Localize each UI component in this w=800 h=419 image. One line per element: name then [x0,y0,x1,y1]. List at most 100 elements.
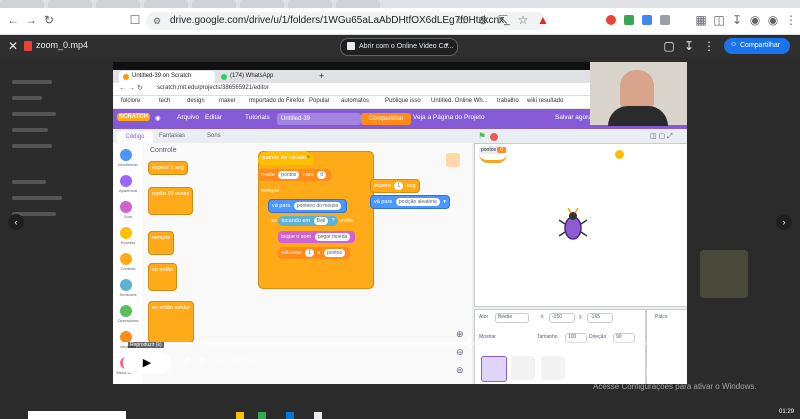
scratch-share-button: Compartilhar [361,113,412,125]
zoom-icon[interactable]: ⊕ [476,13,490,27]
extension-a-icon[interactable]: ▲ [536,13,550,27]
inner-tab: Untitled-39 on Scratch [119,71,215,83]
palette-block: repita 10 vezes [148,187,194,215]
menu-file: Arquivo [177,114,200,121]
webcam-overlay [590,62,687,126]
video-progress-bar[interactable] [123,342,677,345]
extension-icon[interactable] [642,15,652,25]
see-project-page: Veja a Página do Projeto [413,114,485,121]
direction-label: Direção [589,334,607,340]
sprite-label: Ator [479,314,489,320]
volume-icon[interactable]: ♬ [569,356,578,366]
sidebar-icon[interactable]: ◫ [712,13,726,27]
inner-url: scratch.mit.edu/projects/386565921/edito… [157,85,269,91]
browser-toolbar: ← → ↻ ☐ ⚙ drive.google.com/drive/u/1/fol… [0,8,800,35]
browser-tab[interactable] [240,0,284,8]
variable-monitor: pontos 0 [479,146,509,154]
close-icon[interactable]: ✕ [6,39,20,53]
browser-tab[interactable] [96,0,140,8]
bookmark-icon[interactable]: ☐ [128,13,142,27]
x-field: -150 [549,313,575,323]
play-tooltip: Reproduzir (k) [128,342,164,348]
download-icon[interactable]: ↧ [730,13,744,27]
browser-tab[interactable] [336,0,380,8]
drive-sidebar-item [12,112,56,116]
video-file-icon [24,41,32,51]
bookmark-item: Publique isso [385,98,421,104]
menu-icon[interactable]: ⋮ [784,13,798,27]
person-shoulders [608,106,668,126]
browser-tab[interactable] [0,0,44,8]
zoom-in-icon: ⊕ [456,329,464,339]
back-icon[interactable]: ← [6,13,20,27]
bookmark-item: Importado do Firefox [249,98,305,104]
drive-sidebar-item [12,80,52,84]
closed-captions-icon[interactable]: ▤ [591,356,600,367]
when-flag-clicked-block: quando for clicado⚑ [258,151,314,165]
extension-icon[interactable] [660,15,670,25]
project-title-field: Untitled-39 [277,113,361,125]
video-scrubber-handle[interactable] [468,337,472,348]
taskbar-app-icon[interactable] [236,412,244,419]
forward-10-icon[interactable]: ↻ [199,356,207,367]
extension-icon[interactable] [624,15,634,25]
file-name: zoom_0.mp4 [36,40,89,50]
category-label: Movimento [118,162,138,167]
scratch-favicon-icon [123,74,129,80]
new-tab-icon: + [319,71,325,81]
rewind-10-icon[interactable]: ↺ [183,356,191,367]
reload-icon[interactable]: ↻ [42,13,56,27]
x-label: x [541,314,544,320]
share-button[interactable]: ☺ Compartilhar [724,38,790,54]
browser-tab[interactable] [48,0,92,8]
y-field: -165 [587,313,613,323]
taskbar-app-icon[interactable] [258,412,266,419]
site-info-icon[interactable]: ⚙ [150,14,164,28]
download-icon[interactable]: ↧ [682,39,696,53]
category-dot [120,253,132,265]
bookmark-item: maker [219,98,236,104]
set-variable-block: mude pontos para 0 [258,169,332,181]
bookmark-item: Untitled. Online Wh... [431,98,488,104]
play-button[interactable]: ▶ [123,352,171,374]
drive-sidebar-item [12,144,52,148]
extension-icon[interactable] [606,15,616,25]
next-file-icon[interactable]: › [776,214,792,230]
star-icon[interactable]: ☆ [516,13,530,27]
extensions-puzzle-icon[interactable]: ▦ [694,13,708,27]
profile-icon[interactable]: ◉ [748,13,762,27]
show-label: Mostrar [479,334,496,340]
cast-icon[interactable]: ▭ [456,13,470,27]
forward-icon[interactable]: → [24,13,38,27]
category-label: Eventos [120,240,136,245]
comment-icon[interactable]: ▢ [662,39,676,53]
chevron-down-icon[interactable]: ▾ [445,41,449,49]
browser-tab[interactable] [144,0,188,8]
profile-icon[interactable]: ◉ [766,13,780,27]
size-label: Tamanho [537,334,558,340]
fullscreen-icon[interactable]: ⛶ [657,356,663,367]
video-player[interactable]: Untitled-39 on Scratch (174) WhatsApp + … [113,62,687,384]
palette-block: sempre [148,231,175,255]
if-block: se tocando em Ball ? então [271,216,353,226]
playback-speed-button[interactable]: 1X [613,358,622,365]
open-with-button[interactable]: Abrir com o Online Video Co... ▾ [340,38,458,56]
taskbar-app-icon[interactable] [286,412,294,419]
scratch-tabs: Código Fantasias Sons [113,129,243,143]
bookmark-item: design [187,98,205,104]
browser-tab[interactable] [192,0,236,8]
save-now: Salvar agora [555,114,592,121]
ball-sprite [615,150,624,159]
taskbar-app-icon[interactable] [314,412,322,419]
settings-icon[interactable]: ⚙ [635,356,643,367]
share-page-icon[interactable]: ⇱ [496,13,510,27]
drive-sidebar-item [12,128,48,132]
previous-file-icon[interactable]: ‹ [8,214,24,230]
scratch-logo: SCRATCH [117,113,150,121]
more-options-icon[interactable]: ⋮ [702,39,716,53]
category-label: Operadores [117,318,139,323]
taskbar-search[interactable] [28,411,126,419]
browser-tab[interactable] [288,0,332,8]
sprite-name-field: Beetle [495,313,529,323]
tab-sounds: Sons [207,133,221,139]
